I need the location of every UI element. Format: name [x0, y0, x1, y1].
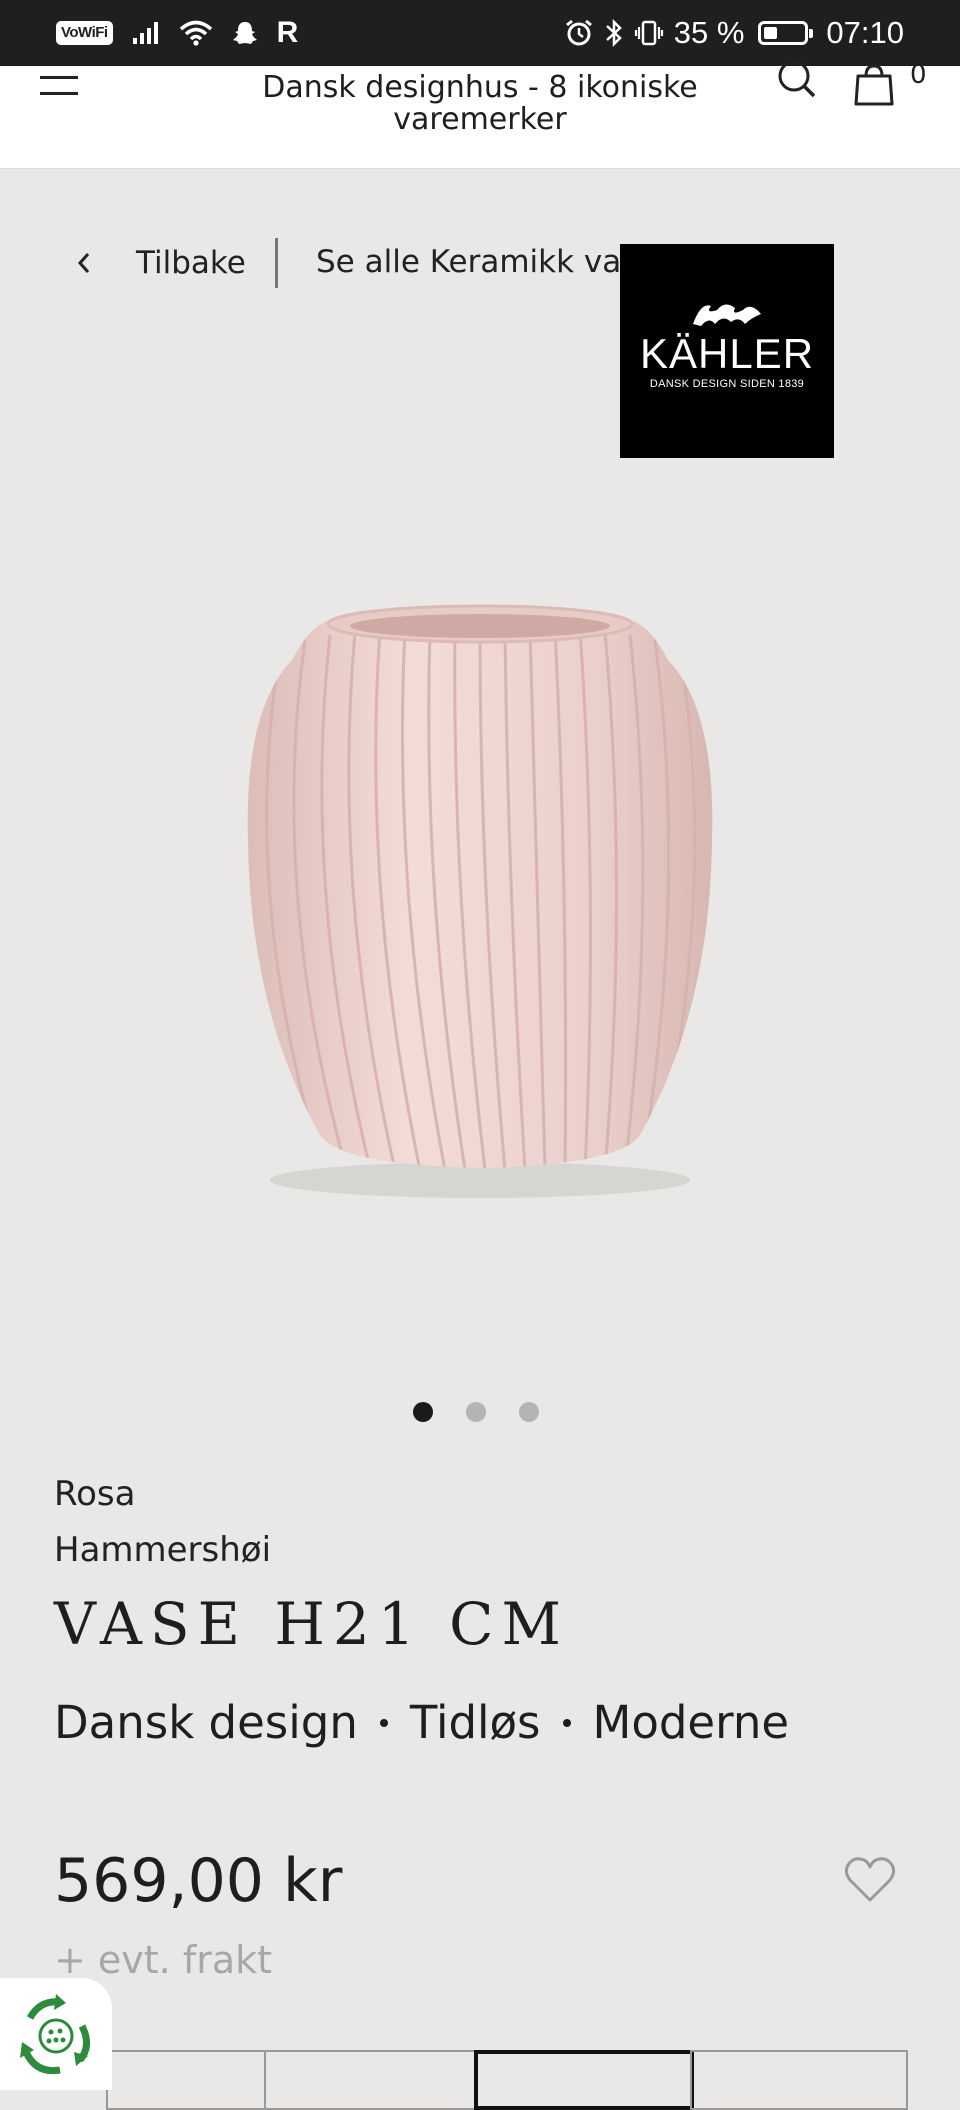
product-tag: Dansk design — [54, 1696, 358, 1749]
vowifi-badge: VoWiFi — [56, 21, 113, 45]
option-box[interactable] — [690, 2050, 908, 2110]
brand-mark-icon — [693, 304, 761, 326]
see-all-link[interactable]: Se alle Keramikk vaser — [316, 244, 622, 280]
option-box[interactable] — [264, 2050, 478, 2110]
brand-logo: KÄHLER DANSK DESIGN SIDEN 1839 — [620, 244, 834, 458]
back-label: Tilbake — [136, 245, 246, 281]
product-price: 569,00 kr — [54, 1846, 343, 1916]
cart-icon[interactable] — [850, 64, 898, 108]
heart-icon[interactable] — [842, 1852, 898, 1908]
bluetooth-icon — [605, 18, 622, 48]
back-button[interactable]: Tilbake — [72, 236, 246, 290]
signal-icon — [132, 22, 158, 44]
tag-separator — [562, 1718, 571, 1727]
wifi-icon — [179, 20, 212, 46]
snapchat-icon — [232, 22, 257, 44]
option-box[interactable] — [106, 2050, 266, 2110]
menu-icon-line — [40, 92, 78, 95]
product-variant: Rosa — [54, 1474, 136, 1514]
clock: 07:10 — [826, 15, 904, 50]
carousel-dot[interactable] — [466, 1402, 486, 1422]
product-tag: Moderne — [592, 1696, 790, 1749]
breadcrumb-divider — [275, 238, 278, 288]
product-image[interactable] — [210, 590, 750, 1240]
battery-icon — [758, 21, 814, 45]
eco-badge-button[interactable] — [0, 1978, 112, 2090]
brand-tagline: DANSK DESIGN SIDEN 1839 — [649, 378, 805, 390]
status-bar: VoWiFi R 35 % 07:10 — [0, 0, 960, 66]
site-header: Dansk designhus - 8 ikoniske varemerker … — [0, 60, 960, 169]
product-series: Hammershøi — [54, 1530, 272, 1570]
recycle-icon — [20, 1994, 90, 2075]
carousel-dots — [413, 1402, 539, 1422]
brand-name: KÄHLER — [639, 330, 815, 377]
product-tags: Dansk design Tidløs Moderne — [54, 1696, 789, 1749]
tag-separator — [379, 1718, 388, 1727]
chevron-left-icon — [77, 253, 90, 273]
alarm-icon — [565, 19, 592, 46]
battery-level — [764, 27, 778, 39]
menu-button[interactable] — [40, 68, 80, 104]
menu-icon — [40, 76, 78, 79]
header-title[interactable]: Dansk designhus - 8 ikoniske varemerker — [220, 72, 740, 136]
battery-percent: 35 % — [673, 15, 745, 50]
carrier-letter: R — [276, 16, 299, 49]
carousel-dot[interactable] — [519, 1402, 539, 1422]
cart-count: 0 — [910, 60, 927, 90]
product-title: VASE H21 CM — [54, 1590, 569, 1658]
vibrate-icon — [634, 20, 663, 46]
search-icon[interactable] — [774, 60, 818, 104]
shipping-note: + evt. frakt — [54, 1938, 273, 1982]
carousel-dot[interactable] — [413, 1402, 433, 1422]
option-box-selected[interactable] — [474, 2050, 694, 2110]
product-tag: Tidløs — [409, 1696, 541, 1749]
